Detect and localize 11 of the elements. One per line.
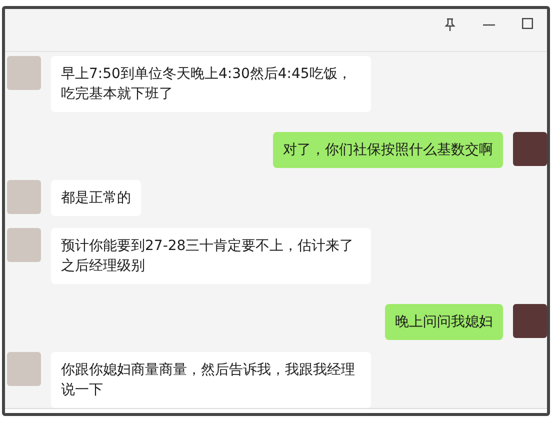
pin-icon[interactable]: [444, 18, 456, 32]
avatar-placeholder[interactable]: [513, 132, 547, 166]
avatar-placeholder[interactable]: [513, 304, 547, 338]
message-bubble: 对了，你们社保按照什么基数交啊: [273, 132, 503, 168]
message-bubble: 都是正常的: [51, 180, 141, 216]
message-bubble: 你跟你媳妇商量商量，然后告诉我，我跟我经理说一下: [51, 352, 371, 408]
message-bubble: 晚上问问我媳妇: [385, 304, 503, 340]
minimize-icon[interactable]: [483, 24, 495, 26]
maximize-icon[interactable]: [522, 18, 533, 29]
message-bubble: 早上7:50到单位冬天晚上4:30然后4:45吃饭，吃完基本就下班了: [51, 56, 371, 112]
message-bubble: 预计你能要到27-28三十肯定要不上，估计来了之后经理级别: [51, 228, 371, 284]
